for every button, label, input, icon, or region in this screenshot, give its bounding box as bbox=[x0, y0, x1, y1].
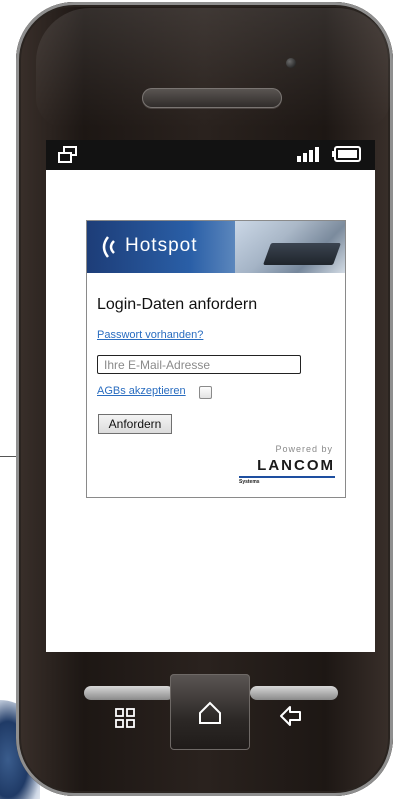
status-bar bbox=[46, 140, 375, 170]
battery-icon bbox=[332, 146, 361, 162]
bottom-bar-right bbox=[250, 686, 338, 700]
hotspot-banner: Hotspot bbox=[87, 221, 345, 273]
menu-icon[interactable] bbox=[114, 707, 136, 729]
bottom-bar-left bbox=[84, 686, 174, 700]
agb-link[interactable]: AGBs akzeptieren bbox=[97, 385, 186, 397]
agb-checkbox[interactable] bbox=[199, 386, 212, 399]
hotspot-card: Hotspot Login-Daten anfordern Passwort v… bbox=[86, 220, 346, 498]
password-link[interactable]: Passwort vorhanden? bbox=[97, 329, 203, 341]
laptop-image bbox=[262, 243, 342, 265]
phone-screen: Hotspot Login-Daten anfordern Passwort v… bbox=[46, 170, 375, 652]
email-field[interactable] bbox=[97, 355, 301, 374]
lancom-logo: LANCOM bbox=[257, 457, 335, 474]
wifi-icon bbox=[102, 236, 115, 258]
phone-speaker bbox=[142, 88, 282, 108]
banner-title: Hotspot bbox=[125, 235, 198, 256]
window-icon bbox=[58, 146, 77, 163]
lancom-systems-text: Systems bbox=[239, 479, 260, 485]
request-button[interactable]: Anfordern bbox=[98, 414, 172, 434]
phone-sheen bbox=[36, 8, 391, 128]
camera-icon bbox=[286, 58, 296, 68]
signal-icon bbox=[297, 147, 319, 162]
page-title: Login-Daten anfordern bbox=[97, 296, 258, 313]
home-icon[interactable] bbox=[197, 700, 223, 726]
lancom-logo-bar bbox=[239, 476, 335, 478]
back-icon[interactable] bbox=[279, 705, 303, 727]
powered-by-text: Powered by bbox=[275, 444, 333, 454]
